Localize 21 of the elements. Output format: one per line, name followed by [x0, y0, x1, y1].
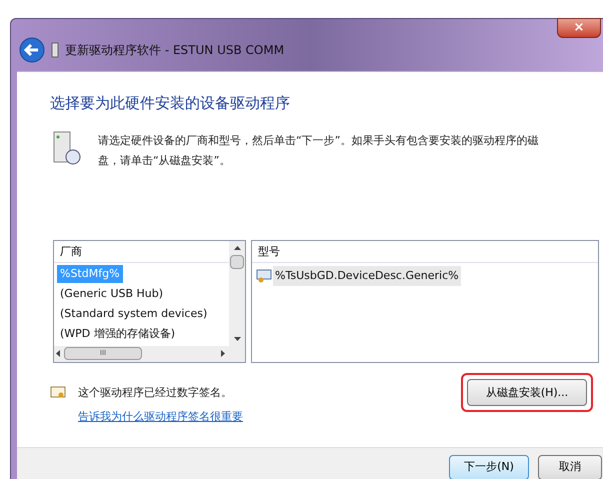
signature-note: 这个驱动程序已经过数字签名。: [78, 384, 232, 400]
scroll-up-icon[interactable]: [234, 246, 240, 250]
cancel-button[interactable]: 取消: [538, 455, 602, 479]
manufacturer-item[interactable]: (Standard system devices): [57, 304, 210, 322]
usb-device-icon: [51, 42, 59, 58]
manufacturer-item[interactable]: (WPD 增强的存储设备): [57, 324, 178, 342]
next-button[interactable]: 下一步(N): [449, 455, 529, 479]
manufacturer-item[interactable]: (Generic USB Hub): [57, 284, 166, 302]
certificate-icon: [50, 386, 66, 400]
vertical-scrollbar[interactable]: [229, 240, 245, 346]
instruction-text: 请选定硬件设备的厂商和型号，然后单击“下一步”。如果手头有包含要安装的驱动程序的磁盘，请单击“从磁盘安装”。: [98, 132, 540, 168]
scroll-left-icon[interactable]: [56, 350, 60, 357]
have-disk-button[interactable]: 从磁盘安装(H)...: [467, 379, 587, 406]
signature-link[interactable]: 告诉我为什么驱动程序签名很重要: [78, 409, 461, 426]
window-title: 更新驱动程序软件 - ESTUN USB COMM: [65, 42, 284, 59]
driver-certificate-icon: [256, 268, 272, 282]
scroll-right-icon[interactable]: [221, 350, 225, 357]
model-item[interactable]: %TsUsbGD.DeviceDesc.Generic%: [273, 266, 461, 286]
scroll-thumb[interactable]: [230, 254, 244, 268]
scroll-down-icon[interactable]: [234, 336, 240, 340]
page-heading: 选择要为此硬件安装的设备驱动程序: [50, 93, 291, 114]
